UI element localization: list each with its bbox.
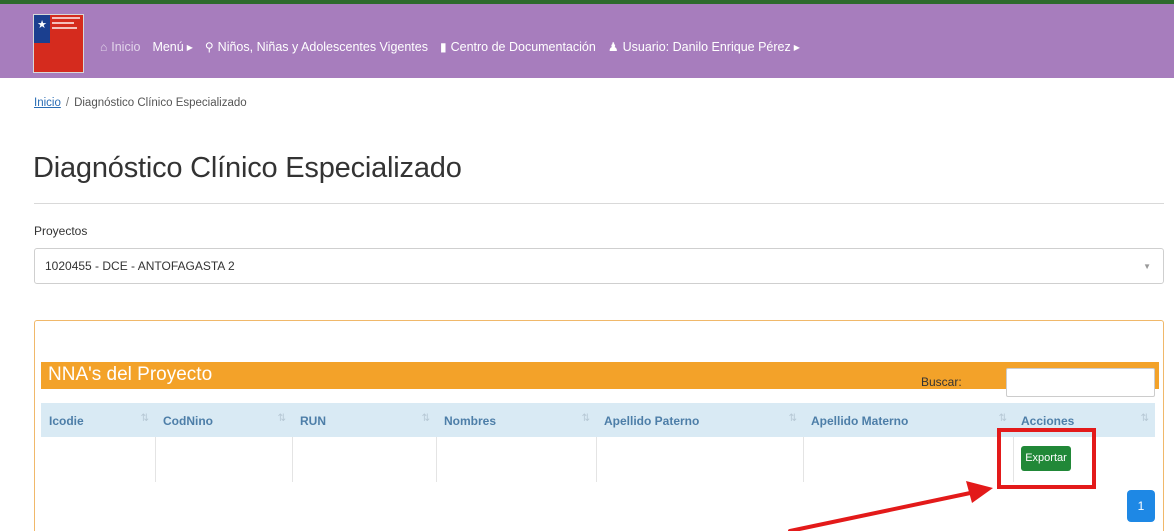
caret-right-icon: ▶ bbox=[186, 42, 193, 52]
page-title: Diagnóstico Clínico Especializado bbox=[33, 152, 462, 184]
sort-icon: ⇅ bbox=[788, 413, 797, 424]
breadcrumb-home-link[interactable]: Inicio bbox=[34, 97, 61, 109]
column-header-label: Acciones bbox=[1021, 414, 1075, 428]
column-header-codnino[interactable]: CodNino ⇅ bbox=[155, 403, 292, 437]
column-header-label: Icodie bbox=[49, 414, 84, 428]
pagination-page-button[interactable]: 1 bbox=[1127, 490, 1155, 522]
nav-ninos[interactable]: ⚲ Niños, Niñas y Adolescentes Vigentes bbox=[205, 40, 428, 54]
column-divider bbox=[596, 437, 597, 482]
breadcrumb: Inicio / Diagnóstico Clínico Especializado bbox=[34, 97, 247, 109]
annotation-highlight-box bbox=[997, 428, 1096, 489]
column-header-nombres[interactable]: Nombres ⇅ bbox=[436, 403, 596, 437]
column-divider bbox=[436, 437, 437, 482]
sort-icon: ⇅ bbox=[277, 413, 286, 424]
search-input[interactable] bbox=[1006, 368, 1155, 397]
column-header-label: Nombres bbox=[444, 414, 497, 428]
nav-menu-label: Menú bbox=[152, 40, 184, 54]
proyectos-select[interactable]: 1020455 - DCE - ANTOFAGASTA 2 ▼ bbox=[34, 248, 1164, 284]
panel-header: NNA's del Proyecto bbox=[41, 362, 1159, 389]
nav-usuario[interactable]: ♟ Usuario: Danilo Enrique Pérez ▶ bbox=[608, 40, 800, 54]
table-header: Icodie ⇅ CodNino ⇅ RUN ⇅ Nombres ⇅ Apellido … bbox=[41, 403, 1155, 437]
column-header-label: RUN bbox=[300, 414, 326, 428]
logo-bottom-band bbox=[34, 43, 83, 72]
search-label: Buscar: bbox=[921, 375, 962, 389]
title-divider bbox=[34, 203, 1164, 204]
sort-icon: ⇅ bbox=[998, 413, 1007, 424]
proyectos-label: Proyectos bbox=[34, 224, 88, 238]
column-header-icodie[interactable]: Icodie ⇅ bbox=[41, 403, 155, 437]
column-divider bbox=[155, 437, 156, 482]
column-header-apellido-materno[interactable]: Apellido Materno ⇅ bbox=[803, 403, 1013, 437]
nav-usuario-label: Usuario: Danilo Enrique Pérez bbox=[622, 40, 791, 54]
nav-centro-documentacion[interactable]: ▮ Centro de Documentación bbox=[440, 40, 596, 54]
sort-icon: ⇅ bbox=[421, 413, 430, 424]
chevron-down-icon: ▼ bbox=[1143, 262, 1151, 271]
search-icon: ⚲ bbox=[204, 40, 214, 54]
sort-icon: ⇅ bbox=[1140, 413, 1149, 424]
logo-red-band bbox=[50, 15, 83, 43]
top-navbar: ★ ⌂ Inicio Menú ▶ ⚲ Niños, Niñas y Adole… bbox=[0, 0, 1174, 84]
logo-blue-square: ★ bbox=[34, 15, 50, 43]
breadcrumb-separator: / bbox=[65, 97, 70, 109]
nav-inicio[interactable]: ⌂ Inicio bbox=[100, 40, 140, 54]
sort-icon: ⇅ bbox=[140, 413, 149, 424]
breadcrumb-current: Diagnóstico Clínico Especializado bbox=[74, 97, 247, 109]
caret-right-icon: ▶ bbox=[793, 42, 800, 52]
proyectos-selected-value: 1020455 - DCE - ANTOFAGASTA 2 bbox=[45, 259, 235, 273]
column-divider bbox=[292, 437, 293, 482]
column-header-label: Apellido Paterno bbox=[604, 414, 700, 428]
nav-inicio-label: Inicio bbox=[111, 40, 141, 54]
column-header-label: Apellido Materno bbox=[811, 414, 909, 428]
nav-ninos-label: Niños, Niñas y Adolescentes Vigentes bbox=[217, 40, 428, 54]
gobierno-logo[interactable]: ★ bbox=[33, 14, 84, 73]
nav-menu[interactable]: Menú ▶ bbox=[152, 40, 192, 54]
column-header-apellido-paterno[interactable]: Apellido Paterno ⇅ bbox=[596, 403, 803, 437]
sort-icon: ⇅ bbox=[581, 413, 590, 424]
home-icon: ⌂ bbox=[100, 40, 108, 54]
nav-centro-label: Centro de Documentación bbox=[450, 40, 596, 54]
user-icon: ♟ bbox=[607, 40, 619, 54]
column-divider bbox=[803, 437, 804, 482]
document-icon: ▮ bbox=[439, 40, 447, 54]
main-menu: ⌂ Inicio Menú ▶ ⚲ Niños, Niñas y Adolesc… bbox=[100, 38, 812, 56]
column-header-label: CodNino bbox=[163, 414, 213, 428]
column-header-run[interactable]: RUN ⇅ bbox=[292, 403, 436, 437]
panel-title: NNA's del Proyecto bbox=[48, 364, 213, 385]
